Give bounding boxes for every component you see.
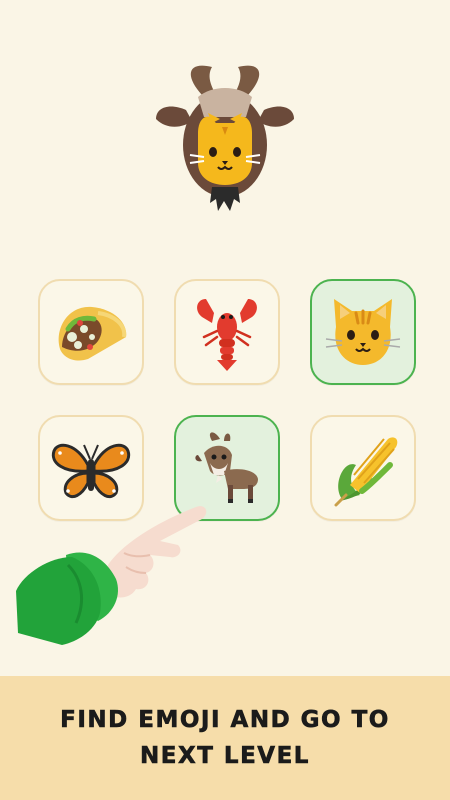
corn-icon	[334, 437, 398, 507]
lobster-icon	[197, 299, 257, 371]
emoji-tile-cat[interactable]	[310, 279, 416, 385]
target-emoji	[150, 55, 300, 215]
emoji-tile-taco[interactable]	[38, 279, 144, 385]
emoji-tile-corn[interactable]	[310, 415, 416, 521]
instruction-text: FIND EMOJI AND GO TO NEXT LEVEL	[45, 702, 405, 774]
pointing-hand-hint	[10, 495, 230, 655]
instruction-banner: FIND EMOJI AND GO TO NEXT LEVEL	[0, 676, 450, 800]
instruction-line-1: FIND EMOJI AND GO TO	[60, 707, 390, 734]
taco-icon	[58, 306, 127, 361]
instruction-line-2: NEXT LEVEL	[140, 743, 310, 770]
emoji-tile-lobster[interactable]	[174, 279, 280, 385]
goat-cat-emoji-mashup-icon	[156, 65, 294, 211]
pointing-hand-icon	[16, 506, 207, 645]
cat-face-icon	[325, 299, 401, 365]
emoji-grid	[38, 279, 416, 521]
